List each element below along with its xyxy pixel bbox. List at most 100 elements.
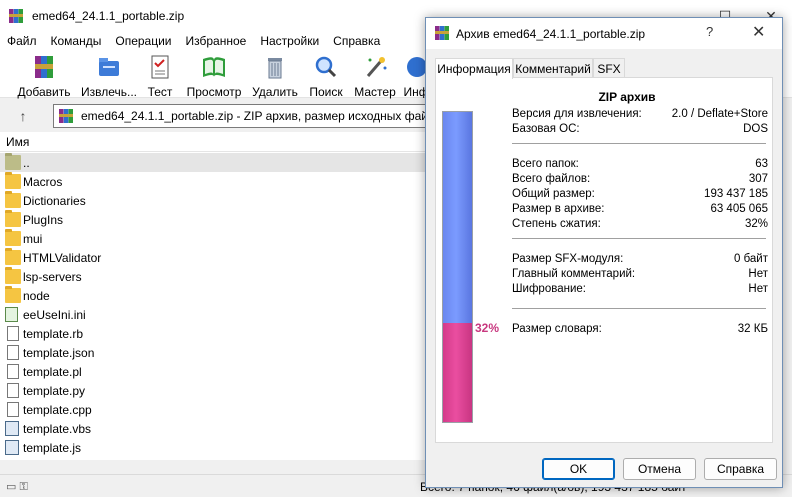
script-file-icon <box>5 421 19 436</box>
compression-ratio-label: 32% <box>475 321 500 335</box>
wizard-icon <box>366 57 387 77</box>
info-row: Всего папок: 63 <box>512 158 768 173</box>
dialog-titlebar[interactable]: Архив emed64_24.1.1_portable.zip ? ✕ <box>426 18 782 49</box>
file-name: .. <box>23 156 30 170</box>
close-icon[interactable]: ✕ <box>752 22 765 42</box>
file-name: HTMLValidator <box>23 251 102 265</box>
separator <box>512 308 766 309</box>
menu-help[interactable]: Справка <box>326 32 387 52</box>
list-item[interactable]: template.vbs <box>0 419 428 438</box>
help-icon[interactable]: ? <box>706 24 713 39</box>
separator <box>512 143 766 144</box>
drive-key-icon: ▭ ⚿ <box>6 481 28 493</box>
info-row: Шифрование: Нет <box>512 283 768 298</box>
info-key: Размер словаря: <box>512 323 602 335</box>
list-item[interactable]: template.pl <box>0 362 428 381</box>
file-name: template.cpp <box>23 403 92 417</box>
file-name: mui <box>23 232 43 246</box>
file-name: template.json <box>23 346 95 360</box>
ratio-bar-compressed <box>443 323 472 422</box>
list-item[interactable]: Dictionaries <box>0 191 428 210</box>
settings-file-icon <box>5 307 18 322</box>
delete-button[interactable]: Удалить <box>250 54 300 99</box>
folder-icon <box>5 229 21 246</box>
list-item[interactable]: mui <box>0 229 428 248</box>
tab-sfx[interactable]: SFX <box>593 58 625 78</box>
parent-folder-icon <box>5 153 21 170</box>
info-key: Общий размер: <box>512 188 595 200</box>
ok-button[interactable]: OK <box>542 458 615 480</box>
menu-commands[interactable]: Команды <box>44 32 109 52</box>
archive-type-title: ZIP архив <box>598 90 656 104</box>
script-file-icon <box>5 440 19 455</box>
path-text: emed64_24.1.1_portable.zip - ZIP архив, … <box>81 109 449 123</box>
cancel-button[interactable]: Отмена <box>623 458 696 480</box>
path-field[interactable]: emed64_24.1.1_portable.zip - ZIP архив, … <box>53 104 448 128</box>
view-button[interactable]: Просмотр <box>182 54 246 99</box>
file-name: template.vbs <box>23 422 92 436</box>
info-key: Размер в архиве: <box>512 203 605 215</box>
list-item[interactable]: template.py <box>0 381 428 400</box>
folder-icon <box>5 172 21 189</box>
info-row: Главный комментарий: Нет <box>512 268 768 283</box>
info-value: 63 <box>755 158 768 170</box>
list-item[interactable]: template.cpp <box>0 400 428 419</box>
help-button[interactable]: Справка <box>704 458 777 480</box>
menu-favorites[interactable]: Избранное <box>179 32 254 52</box>
info-row: Всего файлов: 307 <box>512 173 768 188</box>
list-item[interactable]: template.rb <box>0 324 428 343</box>
archive-info-dialog: Архив emed64_24.1.1_portable.zip ? ✕ Инф… <box>425 17 783 488</box>
find-button[interactable]: Поиск <box>305 54 347 99</box>
file-name: lsp-servers <box>23 270 82 284</box>
info-row: Размер SFX-модуля: 0 байт <box>512 253 768 268</box>
info-value: DOS <box>743 123 768 135</box>
info-key: Размер SFX-модуля: <box>512 253 624 265</box>
info-value: 2.0 / Deflate+Store <box>671 108 768 120</box>
tab-info[interactable]: Информация <box>435 58 513 79</box>
info-panel: ZIP архив 32% Версия для извлечения: 2.0 … <box>435 77 773 443</box>
file-name: eeUseIni.ini <box>23 308 86 322</box>
info-key: Базовая ОС: <box>512 123 580 135</box>
file-name: template.pl <box>23 365 82 379</box>
list-item[interactable]: node <box>0 286 428 305</box>
info-value: 0 байт <box>733 253 768 265</box>
wizard-button[interactable]: Мастер <box>350 54 400 99</box>
zip-archive-icon <box>59 109 73 123</box>
list-item[interactable]: .. <box>0 153 428 172</box>
file-name: template.rb <box>23 327 84 341</box>
test-button[interactable]: Тест <box>142 54 178 99</box>
info-value: 63 405 065 <box>710 203 768 215</box>
info-row: Базовая ОС: DOS <box>512 123 768 138</box>
folder-icon <box>5 191 21 208</box>
file-name: template.py <box>23 384 86 398</box>
menu-settings[interactable]: Настройки <box>253 32 326 52</box>
list-item[interactable]: PlugIns <box>0 210 428 229</box>
up-folder-button[interactable]: ↑ <box>8 106 38 126</box>
list-item[interactable]: template.js <box>0 438 428 457</box>
column-header-name[interactable]: Имя <box>0 132 428 152</box>
info-key: Главный комментарий: <box>512 268 636 280</box>
menu-file[interactable]: Файл <box>0 32 44 52</box>
list-item[interactable]: eeUseIni.ini <box>0 305 428 324</box>
info-value: 32% <box>744 218 768 230</box>
list-item[interactable]: HTMLValidator <box>0 248 428 267</box>
info-row: Версия для извлечения: 2.0 / Deflate+Stor… <box>512 108 768 123</box>
list-item[interactable]: Macros <box>0 172 428 191</box>
dialog-title: Архив emed64_24.1.1_portable.zip <box>456 27 646 41</box>
winrar-icon <box>435 26 449 40</box>
menu-operations[interactable]: Операции <box>108 32 178 52</box>
extract-button[interactable]: Извлечь... <box>77 54 141 99</box>
tab-comment[interactable]: Комментарий <box>513 58 593 78</box>
list-item[interactable]: template.json <box>0 343 428 362</box>
add-archive-icon <box>35 56 53 78</box>
list-item[interactable]: lsp-servers <box>0 267 428 286</box>
file-name: Macros <box>23 175 63 189</box>
info-key: Всего папок: <box>512 158 579 170</box>
info-key: Шифрование: <box>512 283 586 295</box>
file-icon <box>7 364 19 379</box>
folder-icon <box>5 210 21 227</box>
folder-icon <box>5 248 21 265</box>
file-name: node <box>23 289 50 303</box>
add-button[interactable]: Добавить <box>12 54 76 99</box>
compression-ratio-bar <box>442 111 473 423</box>
